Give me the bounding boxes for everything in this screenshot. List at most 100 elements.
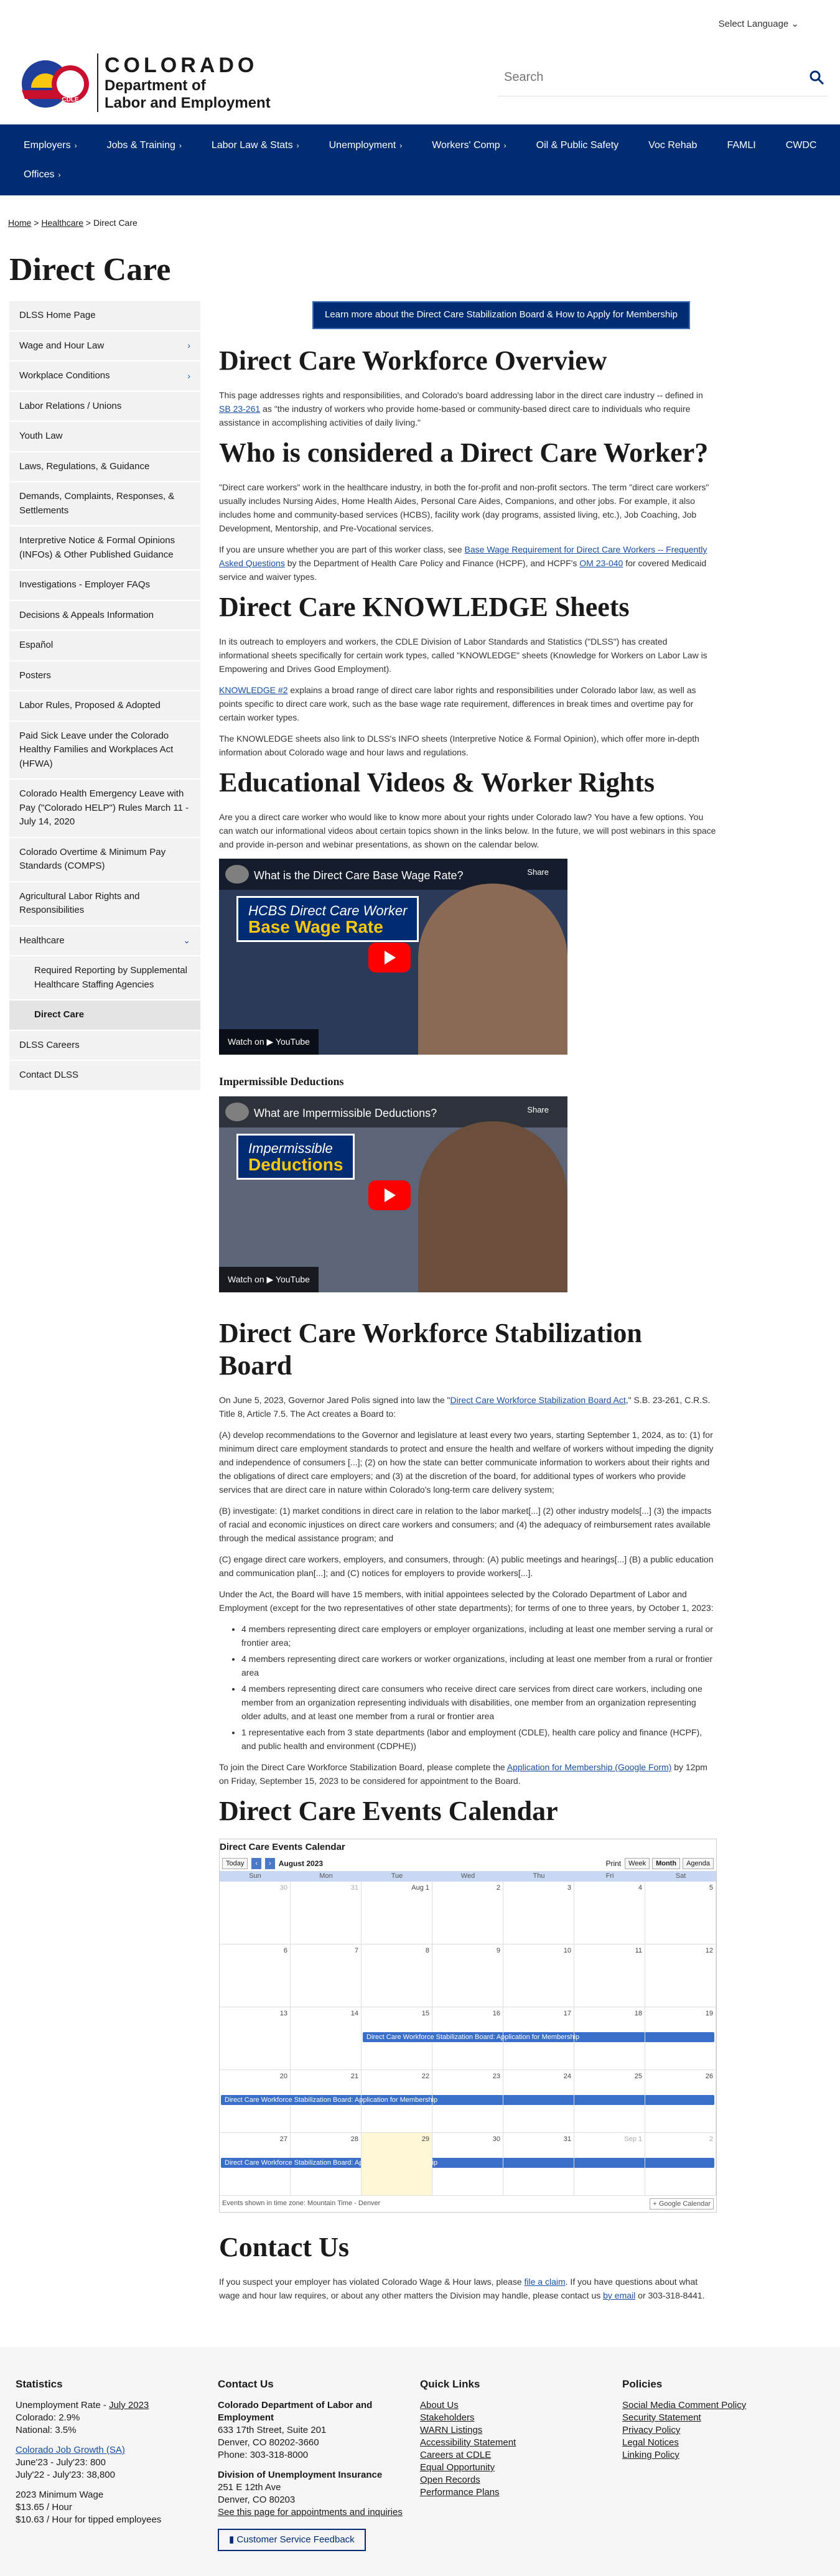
sidebar-item-laws-regulations-guidance[interactable]: Laws, Regulations, & Guidance [9, 452, 200, 482]
language-select[interactable]: Select Language ⌄ [719, 17, 799, 32]
print-button[interactable]: Print [605, 1858, 621, 1869]
sidebar-item-agricultural-labor-rights-and-responsibilities[interactable]: Agricultural Labor Rights and Responsibi… [9, 882, 200, 926]
calendar-day[interactable]: 31 [291, 1881, 362, 1944]
google-calendar-button[interactable]: + Google Calendar [650, 2198, 714, 2210]
sidebar-item-dlss-careers[interactable]: DLSS Careers [9, 1030, 200, 1061]
view-month-button[interactable]: Month [652, 1857, 681, 1869]
calendar-day[interactable]: 15 Direct Care Workforce Stabilization Bo… [362, 2007, 714, 2070]
footer-link-careers-at-cdle[interactable]: Careers at CDLE [420, 2449, 622, 2462]
sidebar-item-colorado-health-emergency-leave-with-pay-colorado-help-rules-march-11-july-14-2020[interactable]: Colorado Health Emergency Leave with Pay… [9, 780, 200, 838]
nav-offices[interactable]: Offices › [16, 167, 68, 182]
play-icon[interactable] [368, 1180, 411, 1210]
footer-link-linking-policy[interactable]: Linking Policy [622, 2449, 824, 2462]
job-growth-link[interactable]: Colorado Job Growth (SA) [16, 2444, 218, 2457]
today-button[interactable]: Today [222, 1857, 248, 1869]
appointments-link[interactable]: See this page for appointments and inqui… [218, 2506, 420, 2519]
nav-jobs-training[interactable]: Jobs & Training › [100, 138, 189, 153]
nav-employers[interactable]: Employers › [16, 138, 85, 153]
view-week-button[interactable]: Week [625, 1857, 650, 1869]
chevron-right-icon[interactable]: › [187, 339, 190, 352]
view-agenda-button[interactable]: Agenda [683, 1857, 714, 1869]
footer-link-about-us[interactable]: About Us [420, 2399, 622, 2412]
calendar-day[interactable]: 22 [362, 2070, 432, 2133]
board-act-link[interactable]: Direct Care Workforce Stabilization Boar… [450, 1395, 626, 1405]
footer-link-accessibility-statement[interactable]: Accessibility Statement [420, 2437, 622, 2449]
nav-oil-public-safety[interactable]: Oil & Public Safety [529, 138, 627, 153]
unemployment-month-link[interactable]: July 2023 [109, 2400, 149, 2410]
calendar-day[interactable]: 17 [503, 2007, 574, 2070]
om-23-040-link[interactable]: OM 23-040 [579, 558, 623, 568]
nav-famli[interactable]: FAMLI [719, 138, 763, 153]
calendar-day[interactable]: 10 [503, 1944, 574, 2007]
calendar-day[interactable]: 30 [220, 1881, 291, 1944]
chevron-right-icon[interactable]: › [187, 370, 190, 383]
calendar-day[interactable]: 31 [503, 2132, 574, 2196]
calendar-day[interactable]: 2 [645, 2132, 716, 2196]
sidebar-item-investigations-employer-faqs[interactable]: Investigations - Employer FAQs [9, 571, 200, 601]
calendar-day[interactable]: 29 [362, 2132, 432, 2196]
calendar-day[interactable]: 8 [362, 1944, 432, 2007]
sidebar-item-healthcare[interactable]: Healthcare ⌄ [9, 926, 200, 956]
calendar-day[interactable]: 11 [574, 1944, 645, 2007]
nav-voc-rehab[interactable]: Voc Rehab [641, 138, 704, 153]
calendar-day[interactable]: 19 [645, 2007, 716, 2070]
calendar-month[interactable]: August 2023 [279, 1858, 323, 1869]
footer-link-open-records[interactable]: Open Records [420, 2474, 622, 2486]
file-claim-link[interactable]: file a claim [525, 2277, 566, 2287]
breadcrumb-healthcare[interactable]: Healthcare [41, 218, 83, 228]
nav-labor-law-stats[interactable]: Labor Law & Stats › [204, 138, 307, 153]
sidebar-item-colorado-overtime-minimum-pay-standards-comps[interactable]: Colorado Overtime & Minimum Pay Standard… [9, 838, 200, 882]
calendar-day[interactable]: 23 [432, 2070, 503, 2133]
knowledge-2-link[interactable]: KNOWLEDGE #2 [219, 685, 287, 695]
calendar-day[interactable]: Aug 1 [362, 1881, 432, 1944]
share-icon[interactable]: Share [527, 866, 549, 879]
search-input[interactable] [498, 70, 809, 85]
calendar-day[interactable]: 26 [645, 2070, 716, 2133]
calendar-day[interactable]: 25 [574, 2070, 645, 2133]
base-wage-video[interactable]: What is the Direct Care Base Wage Rate? … [219, 859, 567, 1055]
nav-workers-comp[interactable]: Workers' Comp › [424, 138, 513, 153]
breadcrumb-home[interactable]: Home [8, 218, 31, 228]
sidebar-item-interpretive-notice-formal-opinions-infos-other-published-guidance[interactable]: Interpretive Notice & Formal Opinions (I… [9, 526, 200, 571]
calendar-day[interactable]: 12 [645, 1944, 716, 2007]
calendar-day[interactable]: 6 [220, 1944, 291, 2007]
sidebar-item-contact-dlss[interactable]: Contact DLSS [9, 1061, 200, 1091]
board-membership-button[interactable]: Learn more about the Direct Care Stabili… [312, 301, 690, 329]
calendar-day[interactable]: 24 [503, 2070, 574, 2133]
calendar-day[interactable]: 30 [432, 2132, 503, 2196]
calendar-day[interactable]: 2 [432, 1881, 503, 1944]
sidebar-item-dlss-home-page[interactable]: DLSS Home Page [9, 301, 200, 332]
calendar-day[interactable]: 21 [291, 2070, 362, 2133]
calendar-day[interactable]: 16 [432, 2007, 503, 2070]
sb-23-261-link[interactable]: SB 23-261 [219, 404, 260, 414]
sidebar-item-espa-ol[interactable]: Español [9, 631, 200, 661]
footer-link-social-media-comment-policy[interactable]: Social Media Comment Policy [622, 2399, 824, 2412]
footer-link-security-statement[interactable]: Security Statement [622, 2412, 824, 2424]
sidebar-item-labor-relations-unions[interactable]: Labor Relations / Unions [9, 391, 200, 422]
calendar-day[interactable]: 14 [291, 2007, 362, 2070]
footer-link-legal-notices[interactable]: Legal Notices [622, 2437, 824, 2449]
sidebar-item-youth-law[interactable]: Youth Law [9, 422, 200, 452]
calendar-day[interactable]: 13 [220, 2007, 291, 2070]
calendar-day[interactable]: 18 [574, 2007, 645, 2070]
prev-month-button[interactable]: ‹ [251, 1857, 262, 1869]
email-link[interactable]: by email [603, 2290, 635, 2300]
calendar-day[interactable]: 27 Direct Care Workforce Stabilization Bo… [220, 2132, 714, 2196]
calendar-day[interactable]: 4 [574, 1881, 645, 1944]
footer-link-privacy-policy[interactable]: Privacy Policy [622, 2424, 824, 2437]
sidebar-item-direct-care[interactable]: Direct Care [9, 1001, 200, 1031]
sidebar-item-workplace-conditions[interactable]: Workplace Conditions › [9, 362, 200, 392]
sidebar-item-decisions-appeals-information[interactable]: Decisions & Appeals Information [9, 600, 200, 631]
calendar-day[interactable]: 5 [645, 1881, 716, 1944]
sidebar-item-demands-complaints-responses-settlements[interactable]: Demands, Complaints, Responses, & Settle… [9, 482, 200, 526]
next-month-button[interactable]: › [265, 1857, 275, 1869]
sidebar-item-labor-rules-proposed-adopted[interactable]: Labor Rules, Proposed & Adopted [9, 691, 200, 722]
footer-link-warn-listings[interactable]: WARN Listings [420, 2424, 622, 2437]
impermissible-video[interactable]: What are Impermissible Deductions? Share… [219, 1096, 567, 1292]
watch-on-youtube[interactable]: Watch on ▶ YouTube [219, 1029, 319, 1055]
nav-cwdc[interactable]: CWDC [778, 138, 824, 153]
search-icon[interactable] [809, 68, 828, 87]
watch-on-youtube[interactable]: Watch on ▶ YouTube [219, 1267, 319, 1292]
calendar-day[interactable]: Sep 1 [574, 2132, 645, 2196]
chevron-down-icon[interactable]: ⌄ [183, 934, 190, 947]
